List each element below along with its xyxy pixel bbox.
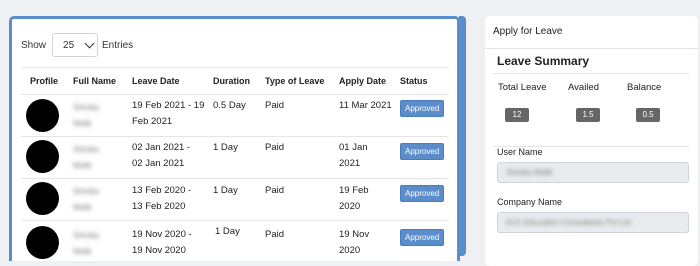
show-label: Show [21,39,47,51]
status-badge[interactable]: Approved [400,185,445,202]
avatar [26,99,59,132]
duration-cell: 1 Day [213,185,238,196]
header-status: Status [400,76,428,86]
status-badge[interactable]: Approved [400,100,445,117]
panel-title: Apply for Leave [493,26,563,37]
type-cell: Paid [265,185,285,196]
leave-table-card: Show 25 Entries Profile Full Name Leave … [9,16,460,261]
entries-label: Entries [102,39,134,51]
card-accent-edge [459,16,466,256]
full-name-cell: Shivika Malik [73,103,99,128]
company-name-label: Company Name [497,197,563,207]
total-leave-value: 12 [505,108,529,122]
total-leave-label: Total Leave [498,82,547,93]
duration-cell: 0.5 Day [213,100,246,111]
apply-date-cell: 19 Nov 2020 [339,229,370,256]
full-name-cell: Shivika Malik [73,231,99,256]
user-name-field[interactable]: Shivika Malik [497,162,689,183]
leave-date-cell: 13 Feb 2020 - 13 Feb 2020 [132,185,192,212]
panel-header: Apply for Leave [485,16,698,49]
company-name-field[interactable]: ELK Education Consultants Pvt Ltd [497,212,689,233]
balance-value: 0.5 [636,108,660,122]
leave-date-cell: 19 Feb 2021 - 19 Feb 2021 [132,100,205,127]
leave-summary-title: Leave Summary [497,54,590,68]
apply-date-cell: 19 Feb 2020 [339,185,369,212]
duration-cell: 1 Day [213,142,238,153]
header-apply-date: Apply Date [339,76,387,86]
leave-summary: Total Leave Availed Balance 12 1.5 0.5 [493,73,689,147]
avatar [26,182,59,215]
header-leave-date: Leave Date [132,76,180,86]
avatar [26,140,59,173]
header-duration: Duration [213,76,250,86]
apply-date-cell: 11 Mar 2021 [339,100,392,111]
user-name-value: Shivika Malik [506,168,553,177]
full-name-cell: Shivika Malik [73,187,99,212]
leave-date-cell: 19 Nov 2020 - 19 Nov 2020 [132,229,192,256]
balance-label: Balance [627,82,662,93]
entries-select-value: 25 [63,39,75,51]
duration-cell: 1 Day [215,226,240,237]
header-profile: Profile [30,76,59,86]
status-badge[interactable]: Approved [400,229,445,246]
table-header: Profile Full Name Leave Date Duration Ty… [21,67,449,95]
apply-date-cell: 01 Jan 2021 [339,142,368,169]
availed-value: 1.5 [576,108,600,122]
entries-select[interactable]: 25 [52,33,99,57]
type-cell: Paid [265,142,285,153]
company-name-value: ELK Education Consultants Pvt Ltd [506,218,631,227]
entries-control: Show 25 Entries [21,33,133,57]
table-row: Shivika Malik 19 Feb 2021 - 19 Feb 2021 … [21,94,449,137]
full-name-cell: Shivika Malik [73,145,99,170]
type-cell: Paid [265,229,285,240]
chevron-down-icon [84,38,95,49]
leave-date-cell: 02 Jan 2021 - 02 Jan 2021 [132,142,191,169]
table-row: Shivika Malik 02 Jan 2021 - 02 Jan 2021 … [21,136,449,179]
avatar [26,226,59,259]
availed-label: Availed [568,82,599,93]
user-name-label: User Name [497,147,543,157]
header-type-of-leave: Type of Leave [265,76,325,86]
status-badge[interactable]: Approved [400,143,445,160]
header-full-name: Full Name [73,76,117,86]
table-row: Shivika Malik 19 Nov 2020 - 19 Nov 2020 … [21,220,449,261]
table-row: Shivika Malik 13 Feb 2020 - 13 Feb 2020 … [21,178,449,221]
type-cell: Paid [265,100,285,111]
apply-leave-panel: Apply for Leave Leave Summary Total Leav… [485,16,698,266]
